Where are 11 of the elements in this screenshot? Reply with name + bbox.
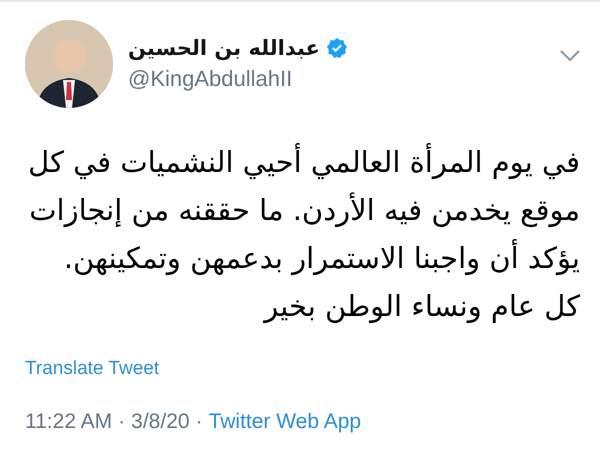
tweet-text: كل عام ونساء الوطن بخير [262,288,580,326]
separator-dot: · [118,410,126,434]
source-link[interactable]: Twitter Web App [208,410,362,434]
chevron-down-icon[interactable] [560,50,580,62]
author-handle[interactable]: @KingAbdullahII [128,66,545,92]
tweet-text: في يوم المرأة العالمي أحيي النشميات في كل موقع يخدمن فيه الأردن. ما حققنه من إنجازات يؤكد أن واجبنا الاستمرار بدعمهن وتمكينهن. [27,142,580,278]
tweet-date: 3/8/20 [131,410,190,434]
author-name[interactable]: عبدالله بن الحسين [128,36,320,60]
translate-link[interactable]: Translate Tweet [25,358,160,380]
tweet-time: 11:22 AM [25,410,112,434]
separator-dot: · [196,410,203,434]
